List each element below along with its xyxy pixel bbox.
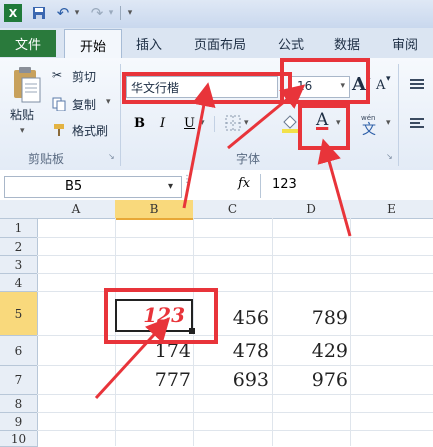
- arrow-to-cell: [94, 317, 171, 400]
- annotation-arrows: [94, 82, 352, 400]
- arrow-to-font-color: [317, 138, 352, 237]
- arrow-to-font-name: [182, 82, 216, 209]
- arrow-to-font-size: [227, 84, 306, 150]
